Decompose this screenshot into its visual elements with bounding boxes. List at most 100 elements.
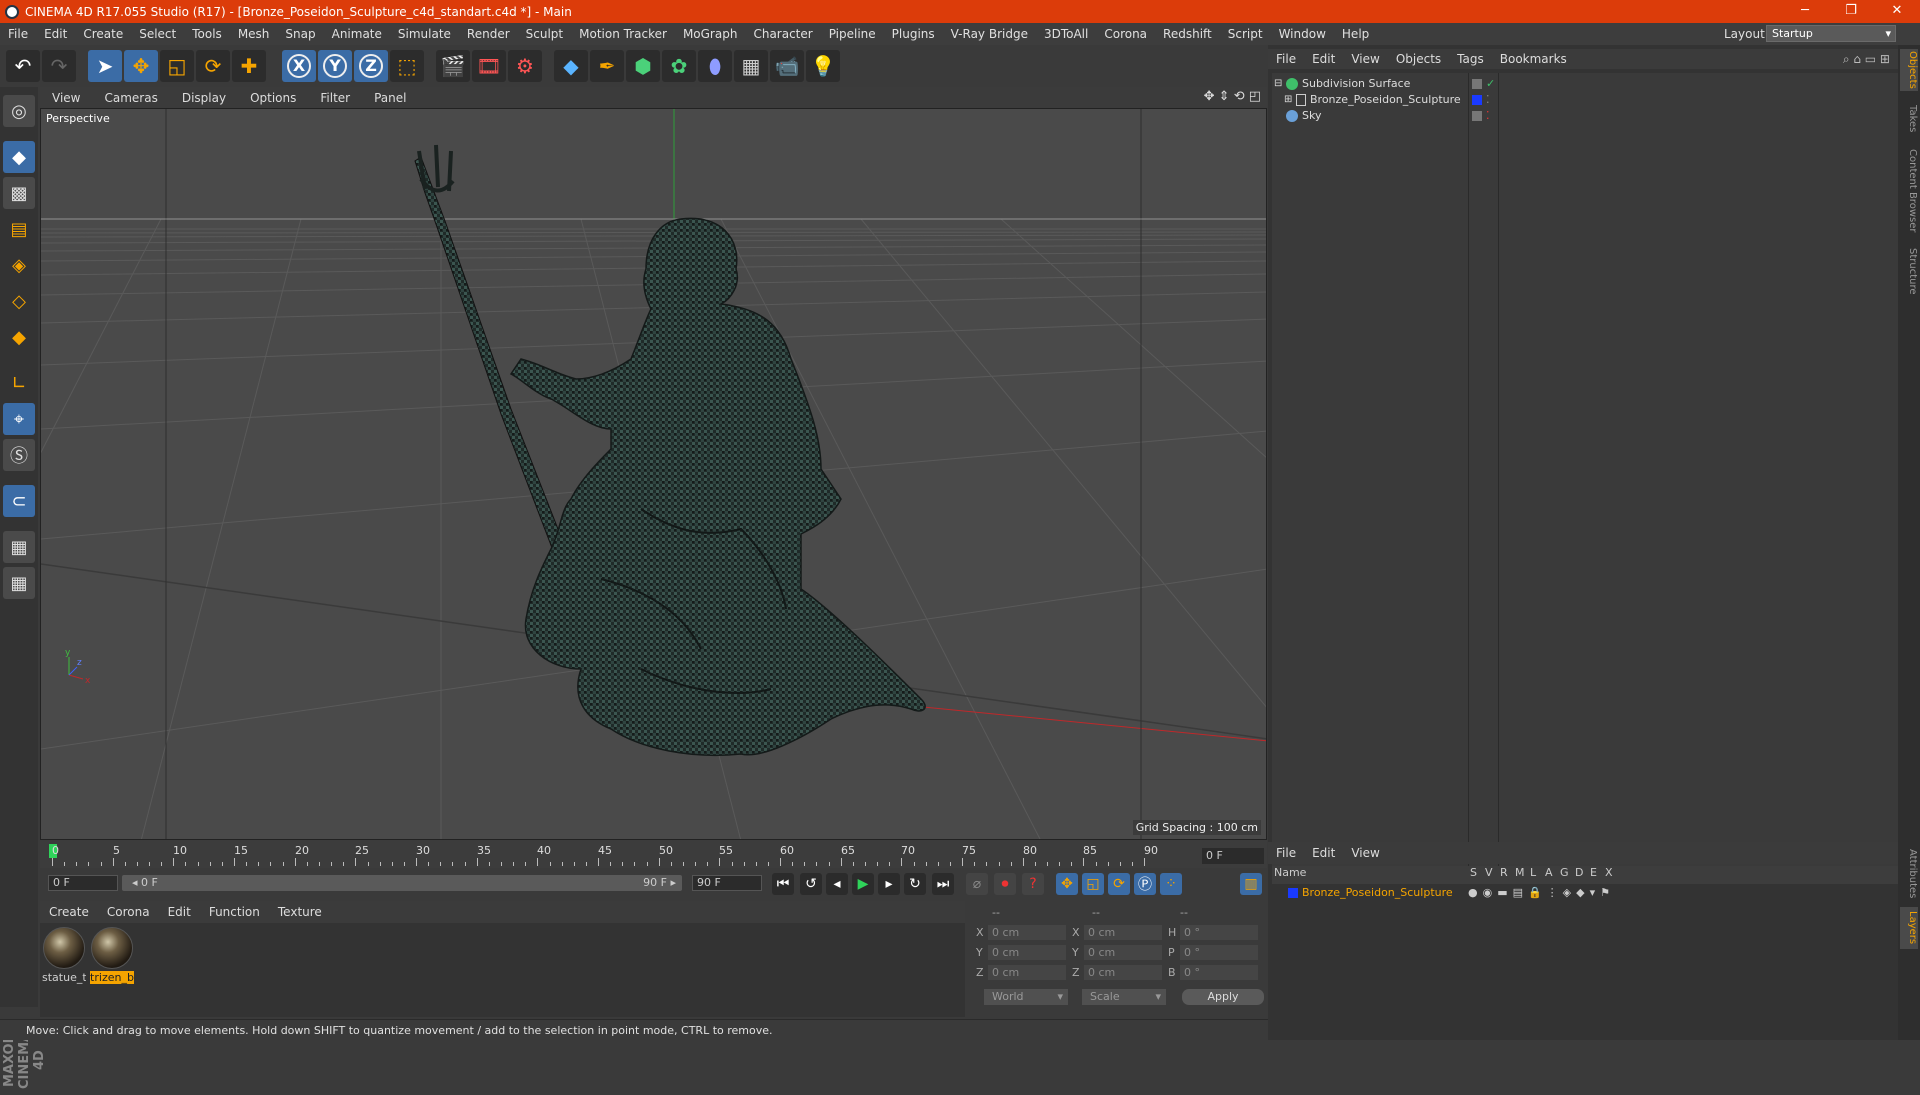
apply-button[interactable]: Apply	[1182, 989, 1264, 1005]
deformer-button[interactable]: ⬮	[698, 50, 732, 82]
coord-pos-x-field[interactable]: 0 cm	[988, 925, 1066, 940]
viewport-menu-display[interactable]: Display	[170, 91, 238, 105]
menu-snap[interactable]: Snap	[277, 27, 323, 41]
object-menu-objects[interactable]: Objects	[1388, 52, 1449, 66]
menu-tools[interactable]: Tools	[184, 27, 230, 41]
close-button[interactable]: ✕	[1874, 0, 1920, 23]
visibility-toggle[interactable]	[1472, 79, 1482, 89]
menu-mograph[interactable]: MoGraph	[675, 27, 746, 41]
key-parameter-button[interactable]: Ⓟ	[1134, 873, 1156, 895]
goto-start-button[interactable]: ⏮	[772, 873, 794, 895]
edges-mode-button[interactable]: ◇	[3, 285, 35, 317]
object-menu-edit[interactable]: Edit	[1304, 52, 1343, 66]
z-axis-lock-button[interactable]: Z	[354, 50, 388, 82]
layer-row[interactable]: Bronze_Poseidon_Sculpture ●◉▬▤🔒⋮◈◆▾⚑	[1272, 884, 1898, 902]
x-axis-lock-button[interactable]: X	[282, 50, 316, 82]
material-menu-edit[interactable]: Edit	[159, 905, 200, 919]
tab-objects[interactable]: Objects	[1900, 49, 1918, 91]
menu-file[interactable]: File	[0, 27, 36, 41]
material-menu-texture[interactable]: Texture	[269, 905, 331, 919]
layer-color-swatch[interactable]	[1472, 95, 1482, 105]
layer-menu-view[interactable]: View	[1343, 846, 1387, 860]
menu-plugins[interactable]: Plugins	[884, 27, 943, 41]
key-rotation-button[interactable]: ⟳	[1108, 873, 1130, 895]
coord-rot-b-field[interactable]: 0 °	[1180, 965, 1258, 980]
end-frame-field[interactable]: 0 F	[1202, 848, 1264, 864]
render-picture-viewer-button[interactable]: 🎞	[472, 50, 506, 82]
magnet-button[interactable]: ⊂	[3, 485, 35, 517]
coord-mode-dropdown[interactable]: Scale ▾	[1082, 989, 1166, 1005]
cube-primitive-button[interactable]: ◆	[554, 50, 588, 82]
undo-button[interactable]: ↶	[6, 50, 40, 82]
redo-button[interactable]: ↷	[42, 50, 76, 82]
menu-select[interactable]: Select	[131, 27, 184, 41]
timeline-ruler[interactable]: 0 5 10 15 20 25 30 35 40 45 50 55 60 65 70 75 80 85 90 0 F	[40, 840, 1267, 868]
prev-key-button[interactable]: ↺	[800, 873, 822, 895]
viewport-navigation-icons[interactable]: ✥ ⇕ ⟲ ◰	[1204, 89, 1261, 104]
menu-pipeline[interactable]: Pipeline	[821, 27, 884, 41]
layer-menu-edit[interactable]: Edit	[1304, 846, 1343, 860]
menu-script[interactable]: Script	[1220, 27, 1271, 41]
layer-color-swatch[interactable]	[1288, 888, 1298, 898]
layout-select[interactable]: Startup ▾	[1766, 25, 1896, 42]
coord-rot-h-field[interactable]: 0 °	[1180, 925, 1258, 940]
motion-record-button[interactable]: ⌀	[966, 873, 988, 895]
tab-layers[interactable]: Layers	[1900, 907, 1918, 949]
y-axis-lock-button[interactable]: Y	[318, 50, 352, 82]
menu-redshift[interactable]: Redshift	[1155, 27, 1220, 41]
viewport-menu-cameras[interactable]: Cameras	[92, 91, 169, 105]
menu-window[interactable]: Window	[1271, 27, 1334, 41]
cloner-button[interactable]: ✿	[662, 50, 696, 82]
make-editable-button[interactable]: ◎	[3, 95, 35, 127]
material-menu-function[interactable]: Function	[200, 905, 269, 919]
viewport-menu-panel[interactable]: Panel	[362, 91, 418, 105]
render-view-button[interactable]: 🎬	[436, 50, 470, 82]
material-swatch[interactable]: statue_t	[42, 927, 86, 984]
menu-simulate[interactable]: Simulate	[390, 27, 459, 41]
snap-button[interactable]: Ⓢ	[3, 439, 35, 471]
viewport-menu-view[interactable]: View	[40, 91, 92, 105]
light-button[interactable]: 💡	[806, 50, 840, 82]
visibility-dots-icon[interactable]: ⁚	[1486, 107, 1490, 125]
key-pla-button[interactable]: ⁘	[1160, 873, 1182, 895]
next-frame-button[interactable]: ▸	[878, 873, 900, 895]
move-tool-button[interactable]: ✥	[124, 50, 158, 82]
key-scale-button[interactable]: ◱	[1082, 873, 1104, 895]
material-swatch-selected[interactable]: trizen_b	[90, 927, 134, 984]
camera-button[interactable]: 📹	[770, 50, 804, 82]
search-home-icons[interactable]: ⌕ ⌂ ▭ ⊞	[1843, 52, 1890, 67]
menu-motion-tracker[interactable]: Motion Tracker	[571, 27, 675, 41]
subdivision-surface-button[interactable]: ⬢	[626, 50, 660, 82]
coord-pos-z-field[interactable]: 0 cm	[988, 965, 1066, 980]
rotate-tool-button[interactable]: ⟳	[196, 50, 230, 82]
coord-size-z-field[interactable]: 0 cm	[1084, 965, 1162, 980]
maximize-button[interactable]: ❐	[1828, 0, 1874, 23]
tweak-mode-button[interactable]: ⌖	[3, 403, 35, 435]
preview-range-slider[interactable]: ◂ 0 F 90 F ▸	[122, 875, 682, 891]
menu-vray-bridge[interactable]: V-Ray Bridge	[943, 27, 1036, 41]
axis-mode-button[interactable]: ∟	[3, 367, 35, 399]
menu-help[interactable]: Help	[1334, 27, 1377, 41]
model-mode-button[interactable]: ◆	[3, 141, 35, 173]
viewport-menu-filter[interactable]: Filter	[308, 91, 362, 105]
next-key-button[interactable]: ↻	[904, 873, 926, 895]
coord-rot-p-field[interactable]: 0 °	[1180, 945, 1258, 960]
select-tool-button[interactable]: ➤	[88, 50, 122, 82]
tab-attributes[interactable]: Attributes	[1900, 845, 1918, 903]
prev-frame-button[interactable]: ◂	[826, 873, 848, 895]
tab-structure[interactable]: Structure	[1900, 245, 1918, 297]
coord-size-x-field[interactable]: 0 cm	[1084, 925, 1162, 940]
menu-3dtoall[interactable]: 3DToAll	[1036, 27, 1096, 41]
tab-takes[interactable]: Takes	[1900, 101, 1918, 137]
texture-mode-button[interactable]: ▩	[3, 177, 35, 209]
coord-space-dropdown[interactable]: World ▾	[984, 989, 1068, 1005]
lock-workplane-button[interactable]: ▦	[3, 531, 35, 563]
transform-tool-button[interactable]: ✚	[232, 50, 266, 82]
viewport-menu-options[interactable]: Options	[238, 91, 308, 105]
menu-create[interactable]: Create	[75, 27, 131, 41]
key-position-button[interactable]: ✥	[1056, 873, 1078, 895]
tab-content-browser[interactable]: Content Browser	[1900, 145, 1918, 237]
max-frame-field[interactable]: 90 F	[692, 875, 762, 891]
polygons-mode-button[interactable]: ◆	[3, 321, 35, 353]
floor-button[interactable]: ▦	[734, 50, 768, 82]
